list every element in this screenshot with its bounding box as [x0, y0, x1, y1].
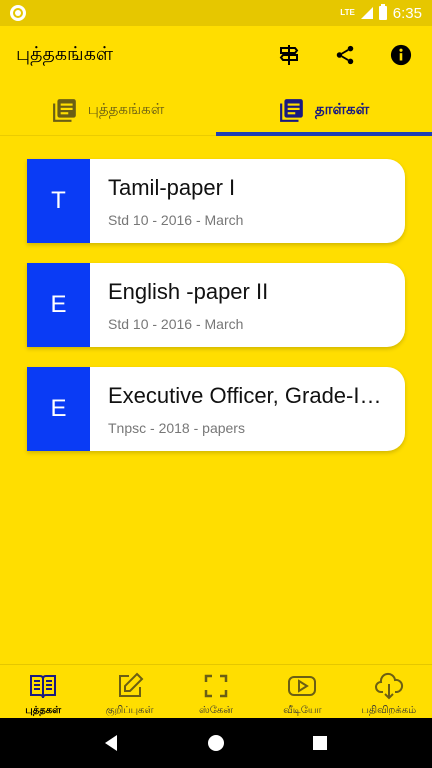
- nav-download-label: பதிவிறக்கம்: [361, 705, 417, 716]
- item-subtitle: Std 10 - 2016 - March: [108, 316, 244, 332]
- item-title: Tamil-paper I: [108, 175, 236, 200]
- signal-icon: [360, 7, 373, 19]
- tab-papers-label: தாள்கள்: [314, 99, 370, 118]
- list-item[interactable]: T Tamil-paper I Std 10 - 2016 - March: [27, 159, 405, 243]
- signpost-icon[interactable]: [274, 40, 304, 70]
- paper-list-icon: [279, 98, 303, 122]
- system-navigation-bar: [0, 718, 432, 768]
- item-subtitle: Tnpsc - 2018 - papers: [108, 420, 245, 436]
- scan-icon: [204, 674, 228, 698]
- edit-icon: [118, 672, 144, 697]
- battery-icon: [378, 4, 387, 20]
- status-time: 6:35: [392, 4, 422, 22]
- item-subtitle: Std 10 - 2016 - March: [108, 212, 244, 228]
- status-bar: LTE 6:35: [0, 0, 432, 26]
- nav-download[interactable]: பதிவிறக்கம்: [346, 665, 432, 718]
- recents-icon[interactable]: [310, 733, 330, 753]
- item-title: Executive Officer, Grade-I…: [108, 383, 382, 408]
- cloud-download-icon: [374, 672, 403, 700]
- item-title: English -paper II: [108, 279, 269, 304]
- video-icon: [288, 676, 317, 696]
- nav-notes-label: குறிப்புகள்: [105, 705, 154, 716]
- notification-icon: [10, 5, 26, 21]
- book-list-icon: [52, 98, 76, 122]
- list-item[interactable]: E English -paper II Std 10 - 2016 - Marc…: [27, 263, 405, 347]
- back-icon[interactable]: [102, 733, 122, 753]
- tab-bar: புத்தகங்கள் தாள்கள்: [0, 84, 432, 136]
- tab-books[interactable]: புத்தகங்கள்: [0, 84, 216, 135]
- nav-video[interactable]: வீடியோ: [259, 665, 345, 718]
- share-icon[interactable]: [330, 40, 360, 70]
- app-bar: புத்தகங்கள்: [0, 26, 432, 84]
- nav-books[interactable]: புத்தகள்: [0, 665, 86, 718]
- page-title: புத்தகங்கள்: [16, 42, 113, 65]
- item-initial: T: [27, 159, 90, 243]
- open-book-icon: [30, 675, 57, 699]
- nav-notes[interactable]: குறிப்புகள்: [86, 665, 172, 718]
- item-initial: E: [27, 263, 90, 347]
- paper-list: T Tamil-paper I Std 10 - 2016 - March E …: [27, 159, 405, 471]
- home-icon[interactable]: [206, 733, 226, 753]
- tab-books-label: புத்தகங்கள்: [87, 99, 165, 118]
- list-item[interactable]: E Executive Officer, Grade-I… Tnpsc - 20…: [27, 367, 405, 451]
- info-icon[interactable]: [386, 40, 416, 70]
- nav-books-label: புத்தகள்: [25, 705, 62, 716]
- item-initial: E: [27, 367, 90, 451]
- bottom-navigation: புத்தகள் குறிப்புகள் ஸ்கேன் வீடியோ பதிவி…: [0, 664, 432, 718]
- tab-papers[interactable]: தாள்கள்: [216, 84, 432, 136]
- network-type: LTE: [340, 8, 355, 17]
- nav-scan[interactable]: ஸ்கேன்: [173, 665, 259, 718]
- nav-video-label: வீடியோ: [283, 705, 322, 716]
- nav-scan-label: ஸ்கேன்: [199, 705, 233, 716]
